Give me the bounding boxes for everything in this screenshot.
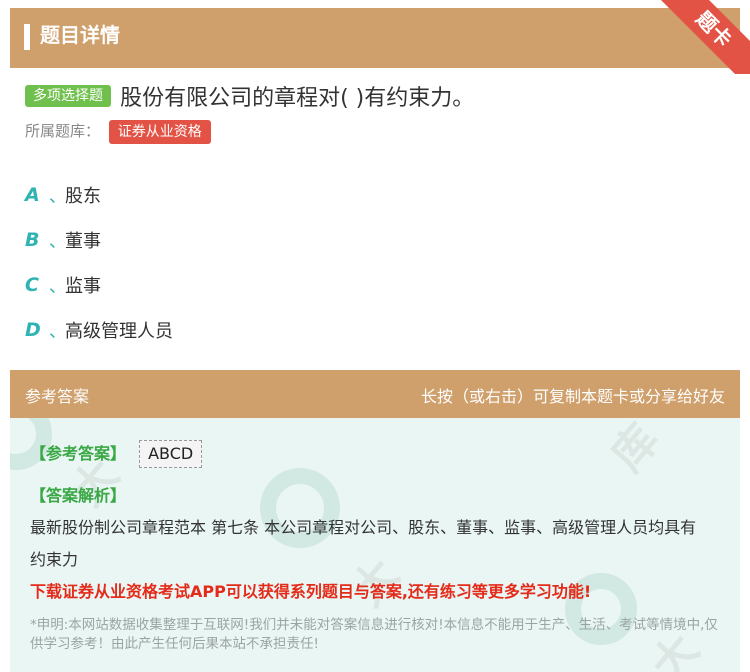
app-promo-link[interactable]: 下载证券从业资格考试APP可以获得系列题目与答案,还有练习等更多学习功能!: [30, 578, 591, 602]
option-letter: A: [25, 183, 40, 206]
option-separator: 、: [49, 232, 66, 252]
header-accent-bar: [24, 24, 30, 50]
answer-body: 大 大 库 大 【参考答案】 ABCD 【答案解析】 最新股份制公司章程范本 第…: [10, 418, 740, 672]
answer-label: 【参考答案】: [30, 444, 127, 463]
option-letter: B: [25, 228, 40, 251]
answer-value: ABCD: [139, 440, 203, 468]
option-text: 高级管理人员: [65, 320, 173, 342]
option-list: A 、 股东 B 、 董事 C 、 监事 D 、 高级管理人员: [25, 172, 173, 352]
question-text: 股份有限公司的章程对( )有约束力。: [120, 86, 475, 111]
option-text: 监事: [65, 275, 101, 297]
option-a[interactable]: A 、 股东: [25, 172, 173, 217]
option-separator: 、: [49, 277, 66, 297]
disclaimer-text: *申明:本网站数据收集整理于互联网!我们并未能对答案信息进行核对!本信息不能用于…: [30, 617, 718, 652]
library-row: 所属题库： 证券从业资格: [25, 120, 211, 144]
corner-ribbon: 题卡: [648, 0, 750, 74]
ribbon-label: 题卡: [652, 0, 750, 74]
share-hint: 长按（或右击）可复制本题卡或分享给好友: [420, 387, 725, 406]
question-line: 多项选择题 股份有限公司的章程对( )有约束力。: [25, 80, 725, 112]
option-separator: 、: [49, 187, 66, 207]
option-b[interactable]: B 、 董事: [25, 217, 173, 262]
page-title: 题目详情: [40, 23, 120, 47]
answer-section-title: 参考答案: [25, 387, 90, 406]
watermark-glyph: 库: [601, 418, 670, 482]
question-type-badge: 多项选择题: [25, 85, 111, 107]
library-tag[interactable]: 证券从业资格: [108, 120, 211, 144]
option-separator: 、: [49, 322, 66, 342]
option-d[interactable]: D 、 高级管理人员: [25, 307, 173, 352]
detail-header: 题目详情: [10, 8, 740, 68]
option-c[interactable]: C 、 监事: [25, 262, 173, 307]
analysis-text: 最新股份制公司章程范本 第七条 本公司章程对公司、股东、董事、监事、高级管理人员…: [30, 518, 697, 569]
option-letter: D: [25, 318, 41, 341]
library-label: 所属题库：: [25, 122, 101, 140]
option-text: 股东: [65, 185, 101, 207]
answer-row: 【参考答案】 ABCD: [30, 440, 203, 468]
analysis-label: 【答案解析】: [30, 486, 127, 505]
option-letter: C: [25, 273, 39, 296]
answer-header: 参考答案 长按（或右击）可复制本题卡或分享给好友: [10, 370, 740, 418]
option-text: 董事: [65, 230, 101, 252]
